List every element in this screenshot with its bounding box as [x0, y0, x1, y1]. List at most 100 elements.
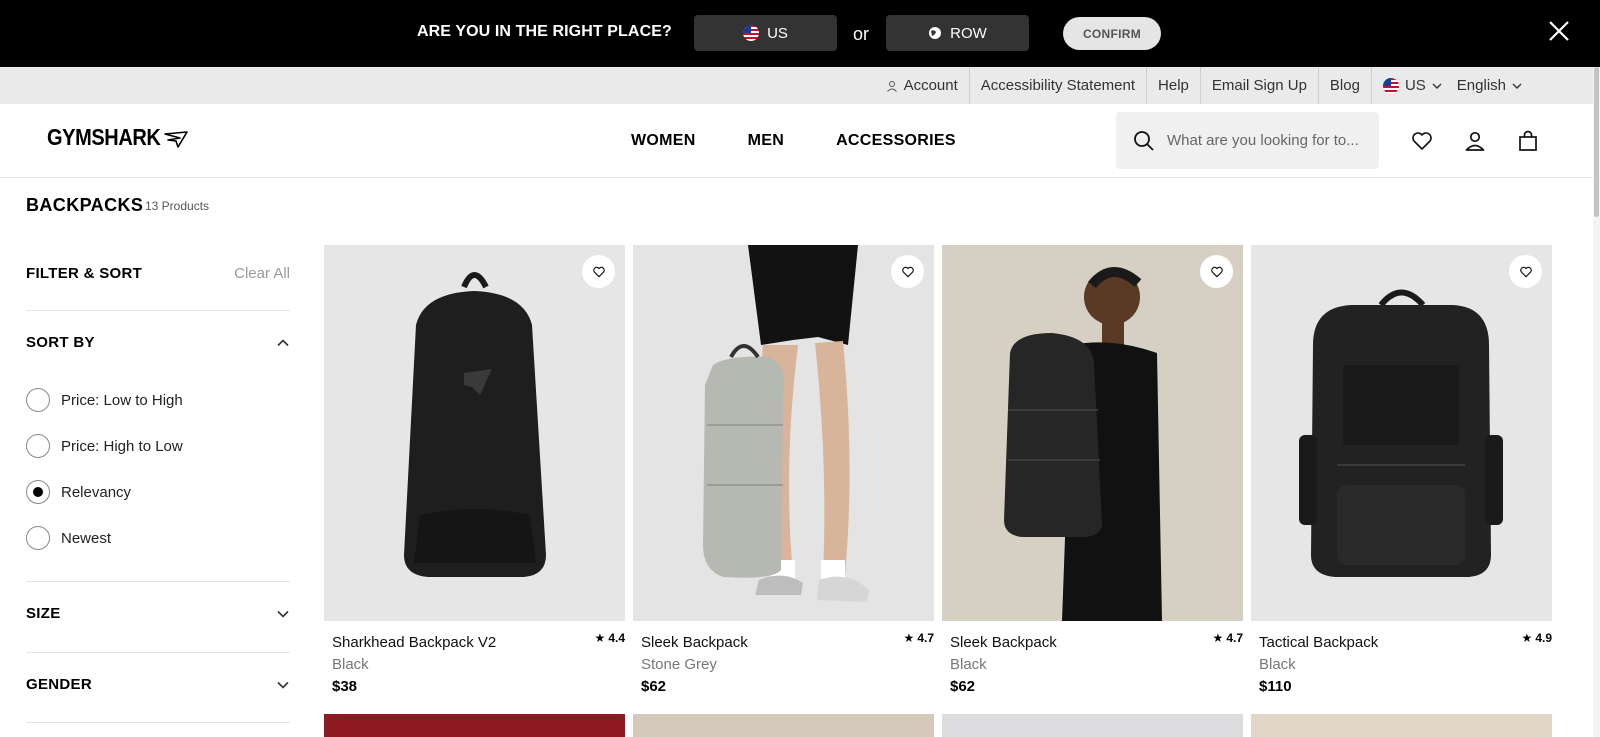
product-rating: ★ 4.7	[1213, 631, 1243, 645]
rating-value: 4.7	[917, 631, 934, 645]
product-name[interactable]: Tactical Backpack	[1259, 634, 1378, 651]
shark-logo-icon	[164, 130, 189, 148]
heart-icon	[901, 266, 914, 277]
nav-women[interactable]: WOMEN	[631, 132, 696, 150]
search-box[interactable]	[1116, 112, 1379, 169]
product-color: Black	[950, 656, 987, 673]
wishlist-button[interactable]	[891, 255, 924, 288]
blog-link[interactable]: Blog	[1317, 67, 1371, 104]
sort-by-toggle[interactable]: SORT BY	[26, 334, 290, 351]
region-or-text: or	[853, 24, 870, 44]
globe-icon	[929, 27, 942, 39]
radio-button[interactable]	[26, 526, 50, 550]
wishlist-button[interactable]	[1200, 255, 1233, 288]
product-image[interactable]	[1251, 245, 1552, 621]
chevron-down-icon	[277, 610, 289, 618]
sort-option-price-low-high[interactable]: Price: Low to High	[26, 388, 183, 412]
rating-value: 4.9	[1535, 631, 1552, 645]
radio-selected-dot	[33, 487, 43, 497]
product-image-partial[interactable]	[324, 714, 625, 737]
sort-option-label: Price: High to Low	[61, 437, 183, 455]
sort-option-price-high-low[interactable]: Price: High to Low	[26, 434, 183, 458]
region-row-label: ROW	[950, 24, 987, 42]
product-image-partial[interactable]	[633, 714, 934, 737]
utility-nav: Account Accessibility Statement Help Ema…	[0, 67, 1593, 104]
star-icon: ★	[594, 631, 606, 645]
radio-button[interactable]	[26, 388, 50, 412]
product-price: $62	[950, 678, 976, 695]
product-image[interactable]	[633, 245, 934, 621]
product-image[interactable]	[942, 245, 1243, 621]
backpack-image	[404, 272, 546, 577]
chevron-down-icon	[1432, 83, 1442, 89]
sort-option-label: Newest	[61, 529, 112, 547]
bag-icon[interactable]	[1516, 129, 1540, 153]
page-scrollbar[interactable]	[1593, 67, 1600, 737]
size-filter-toggle[interactable]: SIZE	[26, 605, 290, 622]
user-icon	[886, 80, 897, 92]
filter-title: FILTER & SORT	[26, 265, 143, 282]
product-card[interactable]: Sharkhead Backpack V2 ★ 4.4 Black $38	[324, 245, 625, 695]
language-label: English	[1456, 77, 1506, 94]
product-name[interactable]: Sharkhead Backpack V2	[332, 634, 496, 651]
product-color: Black	[332, 656, 369, 673]
sort-option-newest[interactable]: Newest	[26, 526, 111, 550]
star-icon: ★	[903, 631, 915, 645]
region-banner: ARE YOU IN THE RIGHT PLACE? US or ROW CO…	[0, 0, 1600, 67]
product-name[interactable]: Sleek Backpack	[641, 634, 748, 651]
us-flag-icon	[743, 25, 760, 41]
product-card[interactable]: Tactical Backpack ★ 4.9 Black $110	[1251, 245, 1552, 695]
product-name[interactable]: Sleek Backpack	[950, 634, 1057, 651]
divider	[26, 581, 290, 582]
region-row-button[interactable]: ROW	[886, 15, 1029, 51]
divider	[26, 722, 290, 723]
logo-text: GYMSHARK	[47, 125, 161, 151]
product-image-partial[interactable]	[1251, 714, 1552, 737]
wishlist-heart-icon[interactable]	[1410, 129, 1434, 153]
nav-accessories[interactable]: ACCESSORIES	[836, 132, 956, 150]
product-image[interactable]	[324, 245, 625, 621]
language-selector[interactable]: English	[1453, 67, 1533, 104]
product-count: 13 Products	[145, 199, 210, 213]
gymshark-logo[interactable]: GYMSHARK	[47, 125, 189, 151]
account-link[interactable]: Account	[875, 67, 969, 104]
sort-option-relevancy[interactable]: Relevancy	[26, 480, 131, 504]
product-price: $110	[1259, 678, 1292, 695]
product-card[interactable]: Sleek Backpack ★ 4.7 Stone Grey $62	[633, 245, 934, 695]
nav-men[interactable]: MEN	[748, 132, 784, 150]
gender-filter-toggle[interactable]: GENDER	[26, 676, 290, 693]
sort-by-title: SORT BY	[26, 334, 95, 351]
accessibility-link[interactable]: Accessibility Statement	[968, 67, 1146, 104]
rating-value: 4.4	[608, 631, 625, 645]
clear-all-button[interactable]: Clear All	[234, 265, 290, 282]
wishlist-button[interactable]	[1509, 255, 1542, 288]
email-signup-link[interactable]: Email Sign Up	[1199, 67, 1318, 104]
account-icon[interactable]	[1463, 129, 1487, 153]
close-icon[interactable]	[1548, 20, 1570, 42]
scrollbar-thumb[interactable]	[1594, 67, 1599, 217]
radio-button[interactable]	[26, 434, 50, 458]
confirm-region-button[interactable]: CONFIRM	[1063, 17, 1161, 50]
product-card[interactable]: Sleek Backpack ★ 4.7 Black $62	[942, 245, 1243, 695]
country-label: US	[1404, 77, 1426, 94]
model-backpack-image	[703, 245, 869, 602]
search-input[interactable]	[1167, 132, 1362, 149]
help-link[interactable]: Help	[1146, 67, 1200, 104]
page-title: BACKPACKS	[26, 195, 144, 215]
search-icon	[1134, 130, 1154, 151]
radio-button-selected[interactable]	[26, 480, 50, 504]
region-us-button[interactable]: US	[694, 15, 837, 51]
site-header: GYMSHARK WOMEN MEN ACCESSORIES	[0, 104, 1593, 178]
main-nav: WOMEN MEN ACCESSORIES	[631, 132, 956, 150]
wishlist-button[interactable]	[582, 255, 615, 288]
rating-value: 4.7	[1226, 631, 1243, 645]
product-color: Stone Grey	[641, 656, 717, 673]
heart-icon	[1210, 266, 1223, 277]
star-icon: ★	[1521, 631, 1533, 645]
product-image-partial[interactable]	[942, 714, 1243, 737]
us-flag-icon	[1382, 77, 1399, 94]
country-selector[interactable]: US	[1370, 67, 1453, 104]
product-price: $62	[641, 678, 667, 695]
chevron-down-icon	[277, 681, 289, 689]
product-rating: ★ 4.7	[904, 631, 934, 645]
